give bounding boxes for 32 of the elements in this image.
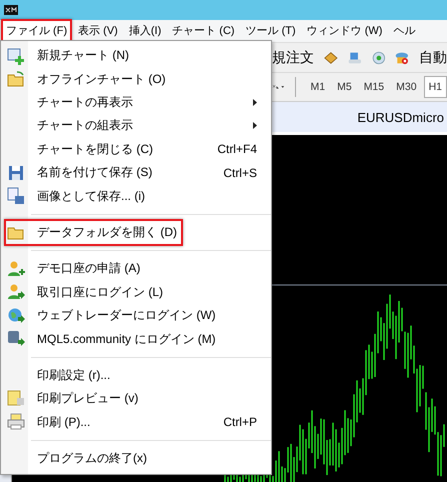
menu-tab[interactable]: ツール (T) — [240, 19, 301, 43]
folder-icon — [7, 70, 25, 88]
menu-tab[interactable]: チャート (C) — [167, 19, 240, 43]
toolbar-label: 自動 — [419, 48, 447, 66]
new-chart-icon — [7, 46, 25, 65]
menu-tab[interactable]: 表示 (V) — [73, 19, 123, 43]
shortcut-label: Ctrl+P — [223, 415, 257, 430]
save-icon — [7, 164, 25, 182]
menu-item[interactable]: データフォルダを開く (D) — [4, 218, 183, 246]
app-logo-icon — [4, 5, 18, 15]
menu-tab[interactable]: ウィンドウ (W) — [302, 19, 388, 43]
timeframe-button[interactable]: M15 — [358, 76, 390, 98]
image-save-icon — [7, 187, 25, 206]
timeframe-button[interactable]: M5 — [332, 76, 357, 98]
printer-icon — [7, 413, 25, 432]
timeframe-button[interactable]: M1 — [306, 76, 330, 98]
timeframe-button[interactable]: M30 — [391, 76, 422, 98]
user-login-icon — [7, 283, 25, 302]
shortcut-label: Ctrl+F4 — [217, 142, 257, 156]
toolbar-label: 規注文 — [272, 48, 314, 66]
menu-tab[interactable]: 挿入(I) — [124, 19, 166, 43]
submenu-arrow-icon — [253, 122, 257, 130]
shortcut-label: Ctrl+S — [223, 166, 257, 180]
menu-item[interactable]: プログラムの終了(x) — [31, 445, 153, 472]
community-login-icon — [7, 330, 25, 348]
menu-tab[interactable]: ヘル — [388, 19, 420, 43]
print-preview-icon — [7, 390, 25, 408]
submenu-arrow-icon — [253, 98, 257, 106]
timeframe-button[interactable]: H1 — [424, 76, 447, 98]
globe-icon — [7, 306, 25, 325]
chart-title: EURUSDmicro — [357, 110, 444, 124]
user-add-icon — [7, 260, 25, 278]
